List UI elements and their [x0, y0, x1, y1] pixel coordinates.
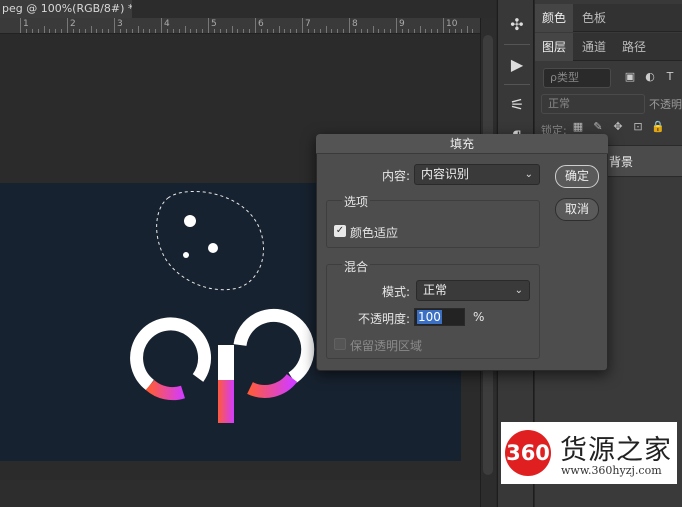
options-title: 选项: [342, 193, 371, 210]
layers-tab-row: 图层 通道 路径: [535, 33, 682, 61]
preserve-transparency-checkbox[interactable]: [334, 338, 346, 350]
tab-channels[interactable]: 通道: [575, 33, 613, 61]
lock-pixels-icon[interactable]: ▦: [571, 120, 585, 133]
dialog-title: 填充: [316, 134, 608, 154]
mode-value: 正常: [423, 283, 448, 297]
puzzle-icon[interactable]: ✣: [504, 12, 530, 38]
content-select[interactable]: 内容识别 ⌄: [414, 164, 540, 185]
opacity-label: 不透明: [649, 98, 682, 111]
ok-button[interactable]: 确定: [555, 165, 599, 188]
blend-mode-select[interactable]: 正常: [541, 94, 645, 114]
marquee-selection: [156, 191, 265, 291]
adjustment-filter-icon[interactable]: ◐: [643, 70, 657, 84]
watermark-url: www.360hyzj.com: [561, 464, 662, 477]
lock-all-icon[interactable]: 🔒: [651, 120, 665, 133]
lock-position-icon[interactable]: ✥: [611, 120, 625, 133]
tab-color[interactable]: 颜色: [535, 4, 574, 32]
type-filter-icon[interactable]: T: [663, 70, 677, 84]
dot-medium: [208, 243, 218, 253]
preserve-transparency-label: 保留透明区域: [350, 339, 423, 353]
opacity-field-label: 不透明度:: [358, 312, 411, 326]
lock-brush-icon[interactable]: ✎: [591, 120, 605, 133]
tab-paths[interactable]: 路径: [615, 33, 653, 61]
color-adapt-label: 颜色适应: [350, 226, 399, 240]
logo-left-ring: [130, 317, 211, 391]
color-adapt-checkbox[interactable]: ✓: [334, 225, 346, 237]
content-value: 内容识别: [421, 167, 470, 181]
logo-stem-top: [218, 345, 234, 380]
opacity-value: 100: [417, 310, 442, 324]
color-tab-row: 颜色 色板: [535, 4, 682, 32]
dot-large: [184, 215, 196, 227]
mode-select[interactable]: 正常 ⌄: [416, 280, 530, 301]
mode-label: 模式:: [382, 285, 411, 299]
logo-left-gradient: [145, 379, 185, 401]
dot-small: [183, 252, 189, 258]
opacity-input[interactable]: 100: [414, 308, 465, 326]
image-filter-icon[interactable]: ▣: [623, 70, 637, 84]
lock-artboard-icon[interactable]: ⊡: [631, 120, 645, 133]
logo-right-ring: [233, 308, 315, 384]
layer-filter-select[interactable]: ρ类型: [543, 68, 611, 88]
layer-name: 背景: [609, 155, 634, 169]
tool-separator: [504, 44, 530, 45]
content-label: 内容:: [382, 169, 411, 183]
tab-layers[interactable]: 图层: [535, 33, 574, 61]
play-icon[interactable]: ▶: [504, 52, 530, 78]
blend-title: 混合: [342, 258, 371, 275]
status-bar: [0, 480, 480, 507]
opacity-unit: %: [473, 310, 485, 324]
tool-separator: [504, 84, 530, 85]
tab-swatches[interactable]: 色板: [575, 4, 613, 32]
logo-right-gradient: [247, 373, 298, 398]
chevron-down-icon: ⌄: [524, 169, 533, 180]
brush-settings-icon[interactable]: ⚟: [504, 92, 530, 118]
chevron-down-icon: ⌄: [514, 285, 523, 296]
cancel-button[interactable]: 取消: [555, 198, 599, 221]
watermark-name: 货源之家: [560, 435, 672, 466]
watermark-logo: 360: [505, 430, 551, 476]
